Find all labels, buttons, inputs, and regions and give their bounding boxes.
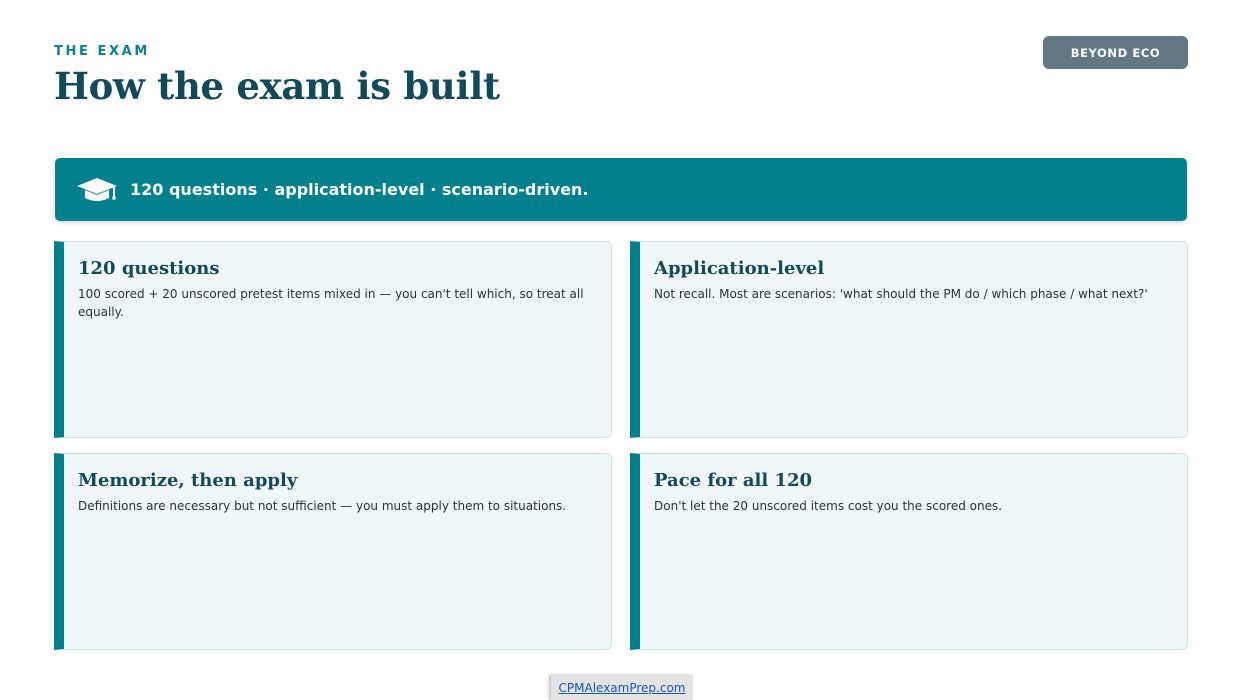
card-text: Don't let the 20 unscored items cost you… <box>654 499 1003 513</box>
beyond-eco-badge: BEYOND ECO <box>1043 36 1188 69</box>
card-title: Pace for all 120 <box>654 470 813 491</box>
slide: THE EXAM How the exam is built BEYOND EC… <box>0 0 1243 700</box>
summary-banner: 120 questions · application-level · scen… <box>55 158 1187 221</box>
section-eyebrow: THE EXAM <box>54 44 150 59</box>
footer-site-link[interactable]: CPMAlexamPrep.com <box>551 675 693 700</box>
card-application-level: Application-level Not recall. Most are s… <box>630 241 1188 438</box>
card-title: Application-level <box>654 258 825 279</box>
card-text: Not recall. Most are scenarios: 'what sh… <box>654 287 1148 301</box>
page-title: How the exam is built <box>54 64 500 108</box>
card-120-questions: 120 questions 100 scored + 20 unscored p… <box>54 241 612 438</box>
card-text: Definitions are necessary but not suffic… <box>78 499 567 513</box>
graduation-cap-icon <box>77 177 117 201</box>
banner-text: 120 questions · application-level · scen… <box>130 180 589 199</box>
card-text: 100 scored + 20 unscored pretest items m… <box>78 287 584 319</box>
card-title: 120 questions <box>78 258 220 279</box>
card-pace-for-all-120: Pace for all 120 Don't let the 20 unscor… <box>630 453 1188 650</box>
card-title: Memorize, then apply <box>78 470 298 491</box>
card-memorize-then-apply: Memorize, then apply Definitions are nec… <box>54 453 612 650</box>
